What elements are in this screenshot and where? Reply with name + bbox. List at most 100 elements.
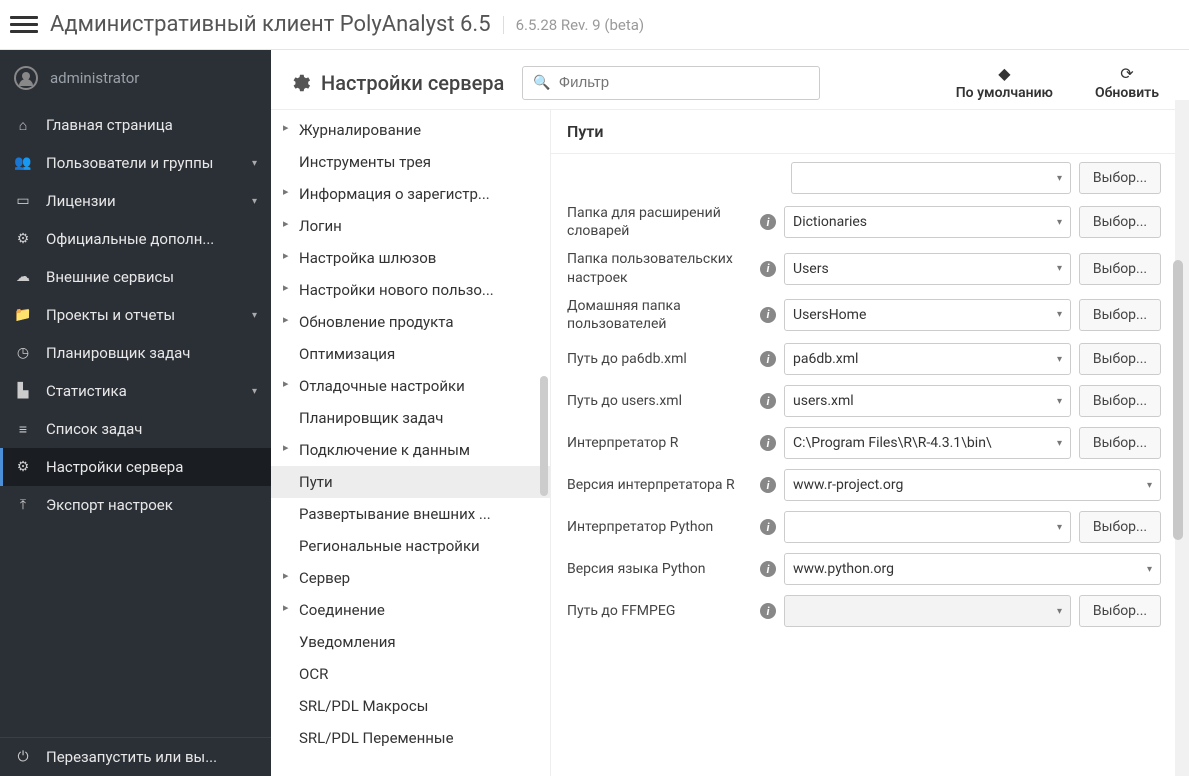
tree-item-11[interactable]: Пути [271,466,550,498]
browse-button[interactable]: Выбор... [1079,385,1161,417]
tree-item-4[interactable]: Настройка шлюзов [271,242,550,274]
form-row-6: Версия интерпретатора Riwww.r-project.or… [567,469,1161,501]
info-icon[interactable]: i [760,477,776,493]
tree-item-3[interactable]: Логин [271,210,550,242]
folder-icon: 📁 [14,306,32,324]
field-label: Интерпретатор R [567,434,752,452]
tree-item-13[interactable]: Региональные настройки [271,530,550,562]
tree-item-8[interactable]: Отладочные настройки [271,370,550,402]
form-row-4: Путь до users.xmliusers.xml▾Выбор... [567,385,1161,417]
chevron-down-icon: ▾ [1057,522,1062,533]
sidebar-item-restart[interactable]: ⏻ Перезапустить или вы... [0,738,271,776]
info-icon[interactable]: i [760,603,776,619]
path-combo[interactable]: UsersHome▾ [784,299,1071,331]
sidebar-item-label: Настройки сервера [46,458,183,476]
path-combo[interactable]: www.python.org▾ [784,553,1161,585]
browse-button[interactable]: Выбор... [1079,206,1161,238]
form-row-3: Путь до pa6db.xml i pa6db.xml▾Выбор... [567,343,1161,375]
sidebar-item-label: Официальные дополн... [46,230,214,248]
chevron-down-icon: ▾ [252,158,257,169]
sidebar-item-2[interactable]: ▭Лицензии▾ [0,182,271,220]
info-icon[interactable]: i [760,261,776,277]
tree-item-5[interactable]: Настройки нового пользо... [271,274,550,306]
tree-item-19[interactable]: SRL/PDL Переменные [271,722,550,754]
tree-item-7[interactable]: Оптимизация [271,338,550,370]
sidebar-item-label: Перезапустить или вы... [46,748,217,766]
sidebar-item-6[interactable]: ◷ Планировщик задач [0,334,271,372]
info-icon[interactable]: i [760,519,776,535]
sidebar-item-5[interactable]: 📁Проекты и отчеты▾ [0,296,271,334]
path-combo[interactable]: Users▾ [784,253,1071,285]
users-icon: 👥 [14,154,32,172]
id-icon: ▭ [14,192,32,210]
path-combo[interactable]: ▾ [791,162,1071,194]
tree-item-10[interactable]: Подключение к данным [271,434,550,466]
info-icon[interactable]: i [760,393,776,409]
path-combo[interactable]: ▾ [784,511,1071,543]
tree-item-18[interactable]: SRL/PDL Макросы [271,690,550,722]
field-label: Путь до pa6db.xml [567,350,752,368]
detail-title: Пути [551,110,1189,154]
defaults-button[interactable]: ◆ По умолчанию [956,64,1053,101]
info-icon[interactable]: i [760,214,776,230]
scrollbar-track[interactable] [1175,100,1189,776]
browse-button[interactable]: Выбор... [1079,595,1161,627]
menu-toggle-button[interactable] [10,11,38,39]
browse-button[interactable]: Выбор... [1079,511,1161,543]
tree-item-6[interactable]: Обновление продукта [271,306,550,338]
refresh-button[interactable]: ⟳ Обновить [1095,64,1159,101]
sidebar-item-label: Внешние сервисы [46,268,174,286]
app-title: Административный клиент PolyAnalyst 6.5 [50,12,491,37]
sidebar-item-label: Лицензии [46,192,116,210]
tree-item-2[interactable]: Информация о зарегистр... [271,178,550,210]
list-icon: ≡ [14,420,32,438]
sidebar-item-9[interactable]: ⚙Настройки сервера [0,448,271,486]
clock-icon: ◷ [14,344,32,362]
tree-item-12[interactable]: Развертывание внешних ... [271,498,550,530]
path-combo[interactable]: www.r-project.org▾ [784,469,1161,501]
info-icon[interactable]: i [760,307,776,323]
filter-input[interactable] [559,74,810,91]
info-icon[interactable]: i [760,435,776,451]
sidebar-item-10[interactable]: ⤒Экспорт настроек [0,486,271,524]
field-label: Папка пользовательских настроек [567,250,752,286]
page-title: Настройки сервера [289,71,504,95]
path-combo[interactable]: pa6db.xml▾ [784,343,1071,375]
tree-item-16[interactable]: Уведомления [271,626,550,658]
sidebar-item-7[interactable]: ▙Статистика▾ [0,372,271,410]
browse-button[interactable]: Выбор... [1079,299,1161,331]
browse-button[interactable]: Выбор... [1079,162,1161,194]
path-combo[interactable]: users.xml▾ [784,385,1071,417]
search-icon: 🔍 [533,75,550,91]
app-version: 6.5.28 Rev. 9 (beta) [503,16,645,34]
sidebar-item-0[interactable]: ⌂Главная страница [0,106,271,144]
form-row-9: Путь до FFMPEGi▾Выбор... [567,595,1161,627]
user-row[interactable]: administrator [0,50,271,106]
scrollbar-thumb[interactable] [1173,260,1183,540]
path-combo[interactable]: C:\Program Files\R\R-4.3.1\bin\▾ [784,427,1071,459]
browse-button[interactable]: Выбор... [1079,427,1161,459]
path-combo[interactable]: ▾ [784,595,1071,627]
refresh-icon: ⟳ [1095,64,1159,83]
chevron-down-icon: ▾ [1057,217,1062,228]
tree-item-14[interactable]: Сервер [271,562,550,594]
tree-item-17[interactable]: OCR [271,658,550,690]
sidebar-item-8[interactable]: ≡Список задач [0,410,271,448]
tree-item-0[interactable]: Журналирование [271,114,550,146]
sidebar-item-label: Статистика [46,382,127,400]
user-name: administrator [50,69,139,87]
path-combo[interactable]: Dictionaries▾ [784,206,1071,238]
tree-item-1[interactable]: Инструменты трея [271,146,550,178]
sidebar-item-1[interactable]: 👥Пользователи и группы▾ [0,144,271,182]
browse-button[interactable]: Выбор... [1079,343,1161,375]
filter-input-wrap[interactable]: 🔍 [522,66,820,100]
browse-button[interactable]: Выбор... [1079,253,1161,285]
tree-item-9[interactable]: Планировщик задач [271,402,550,434]
scrollbar-thumb[interactable] [540,376,548,496]
info-icon[interactable]: i [760,351,776,367]
sidebar-item-label: Планировщик задач [46,344,190,362]
info-icon[interactable]: i [760,561,776,577]
tree-item-15[interactable]: Соединение [271,594,550,626]
sidebar-item-3[interactable]: ⚙Официальные дополн... [0,220,271,258]
sidebar-item-4[interactable]: ☁Внешние сервисы [0,258,271,296]
